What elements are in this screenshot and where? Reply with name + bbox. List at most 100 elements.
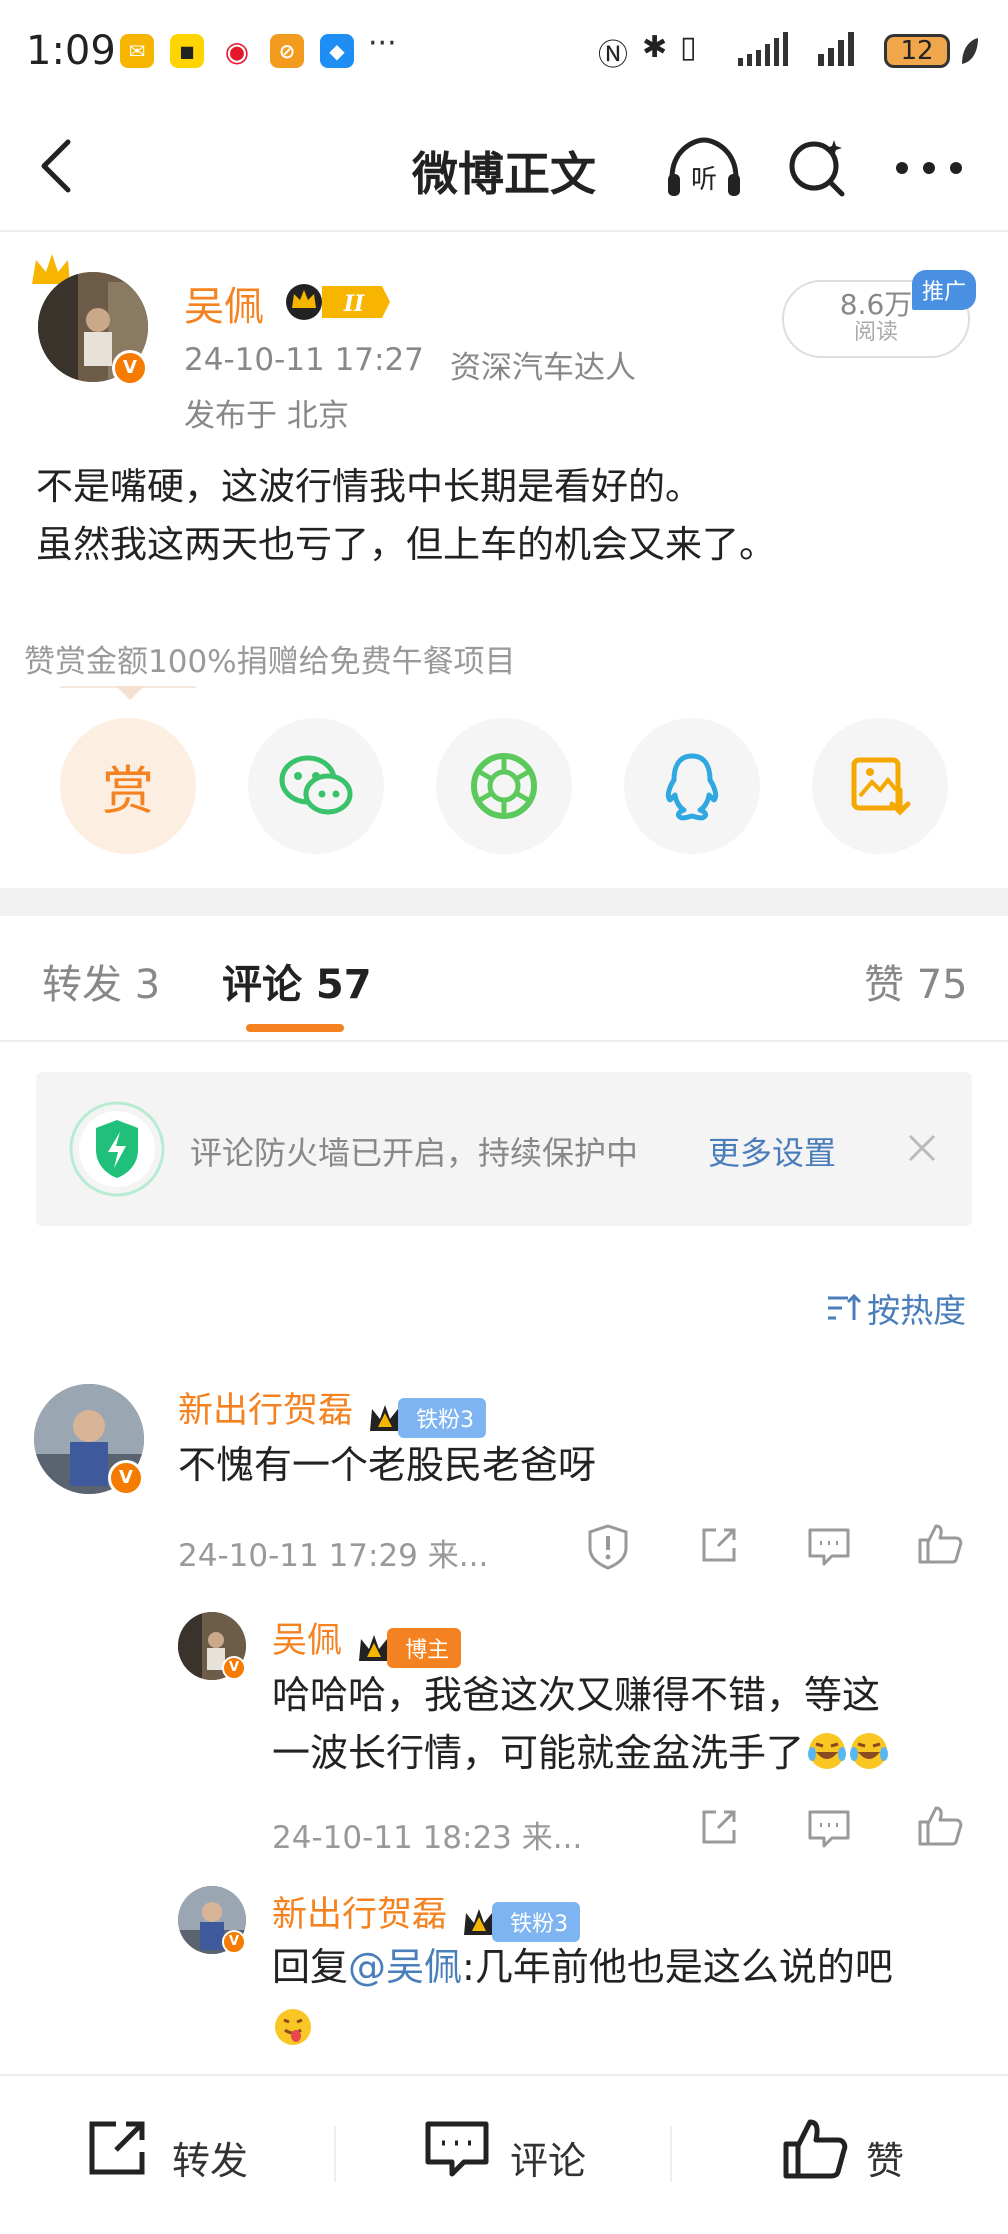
commenter-name[interactable]: 新出行贺磊 xyxy=(272,1895,447,1935)
more-options-icon[interactable] xyxy=(894,160,964,176)
read-label: 阅读 xyxy=(853,320,898,345)
status-time: 1:09 xyxy=(26,28,116,74)
firewall-settings-link[interactable]: 更多设置 xyxy=(708,1128,836,1174)
bluetooth-icon: ✱ xyxy=(642,30,668,65)
qq-icon xyxy=(665,753,719,821)
like-icon[interactable] xyxy=(916,1520,964,1566)
like-label: 赞 xyxy=(866,2139,905,2183)
mail-app-icon: ✉ xyxy=(120,34,154,68)
like-icon xyxy=(783,2119,848,2179)
moments-icon xyxy=(471,753,537,819)
leaf-icon xyxy=(962,38,978,64)
wechat-icon xyxy=(279,755,353,815)
tab-divider xyxy=(0,1040,1008,1042)
reward-pointer-arrow xyxy=(116,686,144,700)
signal-icon xyxy=(818,32,854,66)
comment-header: 新出行贺磊 铁粉3 xyxy=(272,1886,581,1942)
share-icon[interactable] xyxy=(698,1524,740,1566)
section-divider xyxy=(0,888,1008,916)
reward-note: 赞赏金额100%捐赠给免费午餐项目 xyxy=(24,644,516,680)
bottom-action-bar: 转发 评论 赞 xyxy=(0,2074,1008,2234)
weibo-app-icon: ◉ xyxy=(220,34,254,68)
member-level-badge: II xyxy=(286,284,390,320)
nfc-icon: Ⓝ xyxy=(598,38,628,73)
sort-label: 按热度 xyxy=(867,1291,967,1330)
comment-label: 评论 xyxy=(510,2139,587,2183)
comment-text: 回复@吴佩:几年前他也是这么说的吧 xyxy=(272,1938,893,1996)
author-tag: 资深汽车达人 xyxy=(450,350,636,386)
mention-link[interactable]: @吴佩 xyxy=(348,1945,462,1989)
reply-icon[interactable] xyxy=(806,1524,852,1568)
comment-header: 吴佩 博主 xyxy=(272,1612,462,1668)
laugh-cry-emoji xyxy=(850,1733,889,1769)
comment-meta: 24-10-11 17:29 来... xyxy=(178,1538,489,1574)
battery-icon: 12 xyxy=(884,34,950,68)
divider xyxy=(670,2126,672,2182)
post-timestamp: 24-10-11 17:27 xyxy=(184,342,424,378)
message-app-icon: ◆ xyxy=(320,34,354,68)
reply-text: :几年前他也是这么说的吧 xyxy=(462,1945,893,1989)
share-wechat-button[interactable] xyxy=(248,718,384,854)
share-icon[interactable] xyxy=(698,1806,740,1848)
tab-repost[interactable]: 转发 3 xyxy=(42,952,160,1010)
report-icon[interactable] xyxy=(586,1522,630,1570)
vibrate-icon: ▯ xyxy=(680,30,697,65)
save-image-icon xyxy=(851,757,911,816)
app-notification-icon: ■ xyxy=(170,34,204,68)
svg-text:II: II xyxy=(343,291,365,317)
comment-line: 一波长行情，可能就金盆洗手了 xyxy=(272,1724,890,1782)
comment-line-text: 一波长行情，可能就金盆洗手了 xyxy=(272,1731,805,1775)
save-image-button[interactable] xyxy=(812,718,948,854)
post-line: 不是嘴硬，这波行情我中长期是看好的。 xyxy=(36,465,702,508)
close-icon[interactable] xyxy=(906,1132,938,1164)
signal-icon xyxy=(738,32,788,66)
reply-prefix: 回复 xyxy=(272,1945,349,1989)
verified-badge: V xyxy=(108,1460,144,1496)
more-notifications-icon: ··· xyxy=(368,26,397,61)
post-location: 发布于 北京 xyxy=(184,398,349,434)
reply-icon[interactable] xyxy=(806,1806,852,1850)
sort-button[interactable]: 按热度 xyxy=(826,1284,966,1332)
status-bar: 1:09 ✉ ■ ◉ ⊘ ◆ ··· Ⓝ ✱ ▯ 12 xyxy=(0,0,1008,100)
share-qq-button[interactable] xyxy=(624,718,760,854)
like-icon[interactable] xyxy=(916,1802,964,1848)
page-title: 微博正文 xyxy=(412,147,596,201)
reward-button[interactable]: 赏 xyxy=(60,718,196,854)
commenter-name[interactable]: 新出行贺磊 xyxy=(178,1391,353,1431)
promo-badge: 推广 xyxy=(912,270,977,310)
fan-level-badge: 铁粉3 xyxy=(398,1397,487,1438)
laugh-cry-emoji xyxy=(808,1733,847,1769)
listen-icon[interactable]: 听 xyxy=(664,136,744,200)
verified-badge: V xyxy=(112,350,148,386)
verified-badge: V xyxy=(222,1930,246,1954)
tab-like[interactable]: 赞 75 xyxy=(864,952,968,1010)
comment-line: 哈哈哈，我爸这次又赚得不错，等这 xyxy=(272,1673,881,1717)
fan-level-badge: 铁粉3 xyxy=(492,1901,581,1942)
divider xyxy=(334,2126,336,2182)
verified-badge: V xyxy=(222,1656,246,1680)
host-badge: 博主 xyxy=(387,1627,462,1668)
top-nav: 微博正文 听 xyxy=(0,100,1008,232)
commenter-name[interactable]: 吴佩 xyxy=(272,1621,342,1661)
comment-text: 不愧有一个老股民老爸呀 xyxy=(178,1443,597,1487)
comment-text: 哈哈哈，我爸这次又赚得不错，等这 一波长行情，可能就金盆洗手了 xyxy=(272,1666,890,1782)
comment-header: 新出行贺磊 铁粉3 xyxy=(178,1382,487,1438)
firewall-text: 评论防火墙已开启，持续保护中 xyxy=(190,1134,639,1172)
post-line: 虽然我这两天也亏了，但上车的机会又来了。 xyxy=(36,523,776,566)
tongue-emoji xyxy=(275,2009,311,2045)
repost-label: 转发 xyxy=(172,2139,249,2183)
author-name[interactable]: 吴佩 xyxy=(184,274,264,332)
tab-comment[interactable]: 评论 57 xyxy=(222,952,372,1010)
reward-label: 赏 xyxy=(101,761,154,822)
comment-meta: 24-10-11 18:23 来... xyxy=(272,1820,583,1856)
shield-icon xyxy=(69,1101,165,1197)
app-notification-icon: ⊘ xyxy=(270,34,304,68)
sort-icon xyxy=(828,1293,862,1320)
share-moments-button[interactable] xyxy=(436,718,572,854)
active-tab-indicator xyxy=(246,1024,344,1032)
repost-icon xyxy=(89,2121,145,2175)
svg-text:听: 听 xyxy=(691,165,717,195)
post-body: 不是嘴硬，这波行情我中长期是看好的。 虽然我这两天也亏了，但上车的机会又来了。 xyxy=(36,458,776,574)
comment-icon xyxy=(425,2121,489,2177)
search-icon[interactable] xyxy=(786,136,850,200)
